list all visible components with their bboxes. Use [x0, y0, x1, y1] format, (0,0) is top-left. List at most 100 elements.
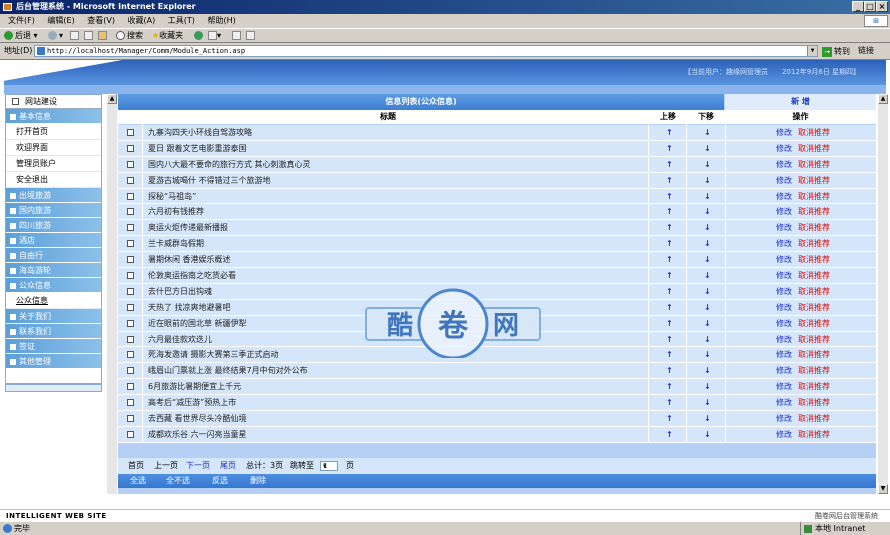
row-title[interactable]: 夏日 跟着文艺电影重游泰国	[148, 141, 247, 156]
move-down-icon[interactable]: ↓	[704, 395, 711, 410]
sidebar-section-free[interactable]: 自由行	[6, 248, 101, 263]
sidebar-section-domestic[interactable]: 国内旅游	[6, 203, 101, 218]
menu-tools[interactable]: 工具(T)	[168, 16, 195, 25]
address-dropdown-icon[interactable]: ▼	[807, 46, 817, 56]
move-up-icon[interactable]: ↑	[666, 236, 673, 251]
move-up-icon[interactable]: ↑	[666, 268, 673, 283]
move-down-icon[interactable]: ↓	[704, 411, 711, 426]
row-title[interactable]: 近在眼前的国北草 新疆伊犁	[148, 316, 247, 331]
row-title[interactable]: 兰卡威群岛假期	[148, 236, 204, 251]
edit-link[interactable]: 修改	[776, 268, 792, 283]
move-up-icon[interactable]: ↑	[666, 379, 673, 394]
menu-help[interactable]: 帮助(H)	[207, 16, 235, 25]
select-all-button[interactable]: 全选	[130, 474, 146, 488]
move-down-icon[interactable]: ↓	[704, 300, 711, 315]
unrecommend-link[interactable]: 取消推荐	[798, 173, 830, 188]
row-checkbox[interactable]	[127, 430, 134, 438]
sidebar-item-logout[interactable]: 安全退出	[6, 172, 101, 188]
move-down-icon[interactable]: ↓	[704, 427, 711, 442]
move-up-icon[interactable]: ↑	[666, 427, 673, 442]
print-button[interactable]	[232, 29, 241, 43]
edit-link[interactable]: 修改	[776, 189, 792, 204]
sidebar-top-site[interactable]: 网站建设	[6, 95, 101, 109]
select-none-button[interactable]: 全不选	[166, 474, 190, 488]
row-title[interactable]: 奥运火炬传递最新播报	[148, 220, 228, 235]
row-checkbox[interactable]	[127, 303, 134, 311]
move-up-icon[interactable]: ↑	[666, 300, 673, 315]
add-button[interactable]: 新 增	[725, 94, 876, 110]
move-down-icon[interactable]: ↓	[704, 141, 711, 156]
row-title[interactable]: 峨眉山门票就上涨 最终结果7月中旬对外公布	[148, 363, 308, 378]
row-checkbox[interactable]	[127, 224, 134, 232]
unrecommend-link[interactable]: 取消推荐	[798, 220, 830, 235]
move-up-icon[interactable]: ↑	[666, 316, 673, 331]
mail-button[interactable]: ▾	[208, 29, 221, 43]
unrecommend-link[interactable]: 取消推荐	[798, 252, 830, 267]
sidebar-section-other[interactable]: 其他管理	[6, 354, 101, 369]
edit-link[interactable]: 修改	[776, 157, 792, 172]
move-down-icon[interactable]: ↓	[704, 268, 711, 283]
row-checkbox[interactable]	[127, 144, 134, 152]
media-button[interactable]	[194, 29, 205, 43]
move-up-icon[interactable]: ↑	[666, 125, 673, 140]
pager-prev[interactable]: 上一页	[154, 458, 178, 474]
move-down-icon[interactable]: ↓	[704, 189, 711, 204]
row-title[interactable]: 天热了 找凉爽地避暑吧	[148, 300, 231, 315]
row-checkbox[interactable]	[127, 129, 134, 136]
move-up-icon[interactable]: ↑	[666, 332, 673, 347]
sidebar-section-public[interactable]: 公众信息	[6, 278, 101, 293]
edit-link[interactable]: 修改	[776, 141, 792, 156]
row-checkbox[interactable]	[127, 415, 134, 423]
move-up-icon[interactable]: ↑	[666, 157, 673, 172]
delete-button[interactable]: 删除	[250, 474, 266, 488]
edit-link[interactable]: 修改	[776, 220, 792, 235]
row-checkbox[interactable]	[127, 208, 134, 216]
edit-link[interactable]: 修改	[776, 252, 792, 267]
sidebar-section-contact[interactable]: 联系我们	[6, 324, 101, 339]
move-down-icon[interactable]: ↓	[704, 252, 711, 267]
sidebar-section-hotel[interactable]: 酒店	[6, 233, 101, 248]
row-checkbox[interactable]	[127, 351, 134, 359]
address-input[interactable]: http://localhost/Manager/Comm/Module_Act…	[34, 45, 818, 57]
move-up-icon[interactable]: ↑	[666, 141, 673, 156]
move-up-icon[interactable]: ↑	[666, 252, 673, 267]
unrecommend-link[interactable]: 取消推荐	[798, 347, 830, 362]
row-title[interactable]: 探秘“马祖岛”	[148, 189, 196, 204]
row-title[interactable]: 九寨沟四天小环线自驾游攻略	[148, 125, 252, 140]
edit-link[interactable]: 修改	[776, 173, 792, 188]
sidebar-item-open-home[interactable]: 打开首页	[6, 124, 101, 140]
menu-favorites[interactable]: 收藏(A)	[128, 16, 156, 25]
edit-link[interactable]: 修改	[776, 427, 792, 442]
right-scrollbar[interactable]: ▲ ▼	[878, 94, 888, 494]
row-checkbox[interactable]	[127, 272, 134, 280]
row-title[interactable]: 去什巴方日出钩魂	[148, 284, 212, 299]
pager-last[interactable]: 尾页	[220, 458, 236, 474]
row-checkbox[interactable]	[127, 192, 134, 200]
move-down-icon[interactable]: ↓	[704, 173, 711, 188]
move-down-icon[interactable]: ↓	[704, 220, 711, 235]
unrecommend-link[interactable]: 取消推荐	[798, 157, 830, 172]
move-up-icon[interactable]: ↑	[666, 204, 673, 219]
edit-link[interactable]: 修改	[776, 236, 792, 251]
sidebar-item-welcome[interactable]: 欢迎界面	[6, 140, 101, 156]
move-up-icon[interactable]: ↑	[666, 347, 673, 362]
move-down-icon[interactable]: ↓	[704, 347, 711, 362]
unrecommend-link[interactable]: 取消推荐	[798, 363, 830, 378]
invert-button[interactable]: 反选	[212, 474, 228, 488]
row-title[interactable]: 成都欢乐谷 六一闪亮当童星	[148, 427, 247, 442]
sidebar-section-basic[interactable]: 基本信息	[6, 109, 101, 124]
unrecommend-link[interactable]: 取消推荐	[798, 411, 830, 426]
move-down-icon[interactable]: ↓	[704, 236, 711, 251]
back-button[interactable]: 后退 ▾	[4, 29, 38, 43]
row-checkbox[interactable]	[127, 176, 134, 184]
move-down-icon[interactable]: ↓	[704, 157, 711, 172]
move-down-icon[interactable]: ↓	[704, 379, 711, 394]
move-down-icon[interactable]: ↓	[704, 204, 711, 219]
row-title[interactable]: 高考后“减压游”预热上市	[148, 395, 236, 410]
unrecommend-link[interactable]: 取消推荐	[798, 395, 830, 410]
sidebar-section-outbound[interactable]: 出境旅游	[6, 188, 101, 203]
move-down-icon[interactable]: ↓	[704, 125, 711, 140]
row-checkbox[interactable]	[127, 287, 134, 295]
close-button[interactable]: ×	[876, 1, 888, 12]
sidebar-section-about[interactable]: 关于我们	[6, 309, 101, 324]
